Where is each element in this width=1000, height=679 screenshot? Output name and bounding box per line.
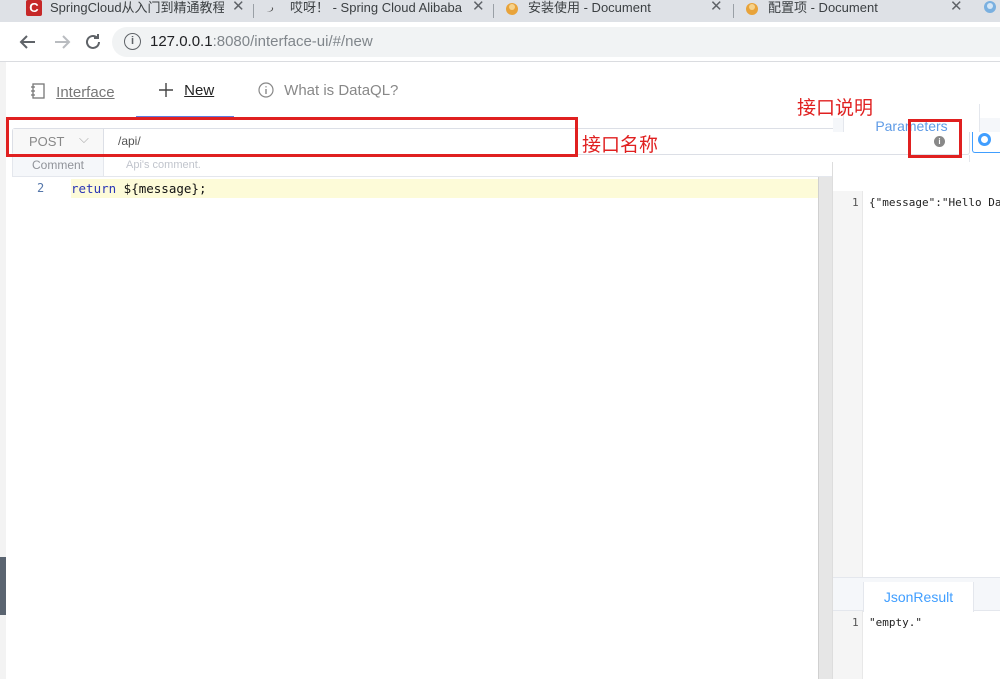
right-panel: 1 {"message":"Hello Dat JsonResult 1 "em… <box>832 162 1000 679</box>
browser-tab[interactable]: ᎕ 哎呀！ - Spring Cloud Alibaba ✕ <box>254 0 494 22</box>
tab-jsonresult[interactable]: JsonResult <box>863 582 974 612</box>
browser-tab[interactable]: 配置项 - Document ✕ <box>734 0 974 22</box>
browser-tab-title: 安装使用 - Document <box>528 0 651 15</box>
radio-dot-icon <box>978 133 991 146</box>
browser-tab-title: 配置项 - Document <box>768 0 878 15</box>
address-bar[interactable]: i 127.0.0.1:8080/interface-ui/#/new <box>112 27 1000 57</box>
back-arrow-icon[interactable] <box>16 30 40 54</box>
code-editor[interactable]: 2 return ${message}; <box>6 177 818 679</box>
params-code[interactable]: {"message":"Hello Dat <box>869 196 1000 209</box>
close-tab-icon[interactable]: ✕ <box>710 0 723 15</box>
close-tab-icon[interactable]: ✕ <box>472 0 485 15</box>
notebook-icon <box>31 83 45 99</box>
comment-row: Comment Api's comment. <box>12 155 970 177</box>
result-line-number: 1 <box>852 616 859 629</box>
browser-tab[interactable]: 安装使用 - Document ✕ <box>494 0 734 22</box>
result-tabbar: JsonResult <box>833 577 1000 612</box>
editor-scrollbar[interactable] <box>818 177 832 679</box>
csdn-favicon-icon: C <box>26 0 42 16</box>
info-circle-icon <box>258 82 274 98</box>
url-text: 127.0.0.1:8080/interface-ui/#/new <box>150 33 373 50</box>
browser-tab-title: 哎呀！ - Spring Cloud Alibaba <box>290 0 462 15</box>
browser-tab[interactable]: C SpringCloud从入门到精通教程/ ✕ <box>0 0 254 22</box>
tab-new-label: New <box>184 82 215 99</box>
browser-tab-strip: C SpringCloud从入门到精通教程/ ✕ ᎕ 哎呀！ - Spring … <box>0 0 1000 22</box>
browser-tab-title: SpringCloud从入门到精通教程/ <box>50 0 224 15</box>
comment-annotation-label: 接口说明 <box>797 98 874 119</box>
code-line[interactable]: return ${message}; <box>71 179 818 198</box>
alibaba-favicon-icon: ᎕ <box>266 0 274 15</box>
close-tab-icon[interactable]: ✕ <box>232 0 245 15</box>
reload-icon[interactable] <box>81 30 105 54</box>
params-line-number: 1 <box>852 196 859 209</box>
site-info-icon[interactable]: i <box>124 33 141 50</box>
params-gutter <box>833 191 863 577</box>
comment-label: Comment <box>13 155 104 176</box>
comment-input[interactable]: Api's comment. <box>126 159 201 171</box>
tab-what-is-dataql-label: What is DataQL? <box>284 82 399 99</box>
browser-toolbar: i 127.0.0.1:8080/interface-ui/#/new <box>0 22 1000 62</box>
name-annotation-box <box>6 117 578 157</box>
result-code[interactable]: "empty." <box>869 616 922 629</box>
close-tab-icon[interactable]: ✕ <box>950 0 963 15</box>
plus-icon <box>159 83 173 97</box>
docsify-favicon-icon <box>746 3 758 15</box>
line-number: 2 <box>37 181 45 195</box>
tab-interface[interactable]: Interface <box>30 82 115 101</box>
tab-what-is-dataql[interactable]: What is DataQL? <box>258 82 398 99</box>
tab-new[interactable]: New <box>158 82 214 99</box>
docsify-favicon-icon <box>506 3 518 15</box>
name-annotation-label: 接口名称 <box>582 135 659 156</box>
comment-annotation-box <box>908 119 962 158</box>
tab-interface-label: Interface <box>56 84 115 101</box>
forward-arrow-icon[interactable] <box>50 30 74 54</box>
active-tab-favicon-icon[interactable] <box>980 0 1000 16</box>
